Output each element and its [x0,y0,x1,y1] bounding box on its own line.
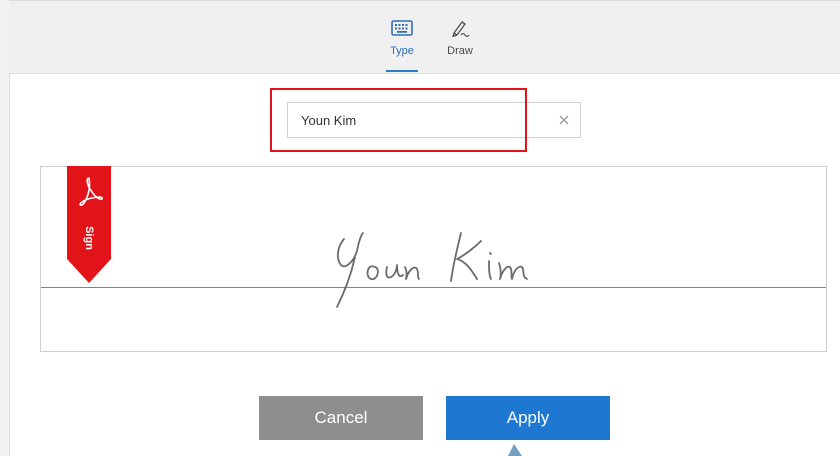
pen-draw-icon [452,21,470,38]
clear-icon[interactable] [556,112,572,128]
signature-handwriting [336,232,528,308]
tab-type-label: Type [390,45,414,57]
sign-flag-label: Sign [83,226,95,250]
cursor-pointer-icon [508,444,522,456]
signature-preview-area: Sign [40,166,827,352]
active-tab-indicator [386,70,418,72]
signature-dialog: Type Draw Sign [0,0,840,456]
signature-mode-tabbar: Type Draw [9,0,840,74]
name-field-container [287,102,581,138]
signer-name-input[interactable] [288,103,548,137]
apply-button[interactable]: Apply [446,396,610,440]
tab-draw[interactable]: Draw [440,13,480,69]
tab-type[interactable]: Type [382,13,422,72]
tab-draw-label: Draw [447,45,473,57]
cancel-button[interactable]: Cancel [259,396,423,440]
keyboard-icon [391,20,413,36]
